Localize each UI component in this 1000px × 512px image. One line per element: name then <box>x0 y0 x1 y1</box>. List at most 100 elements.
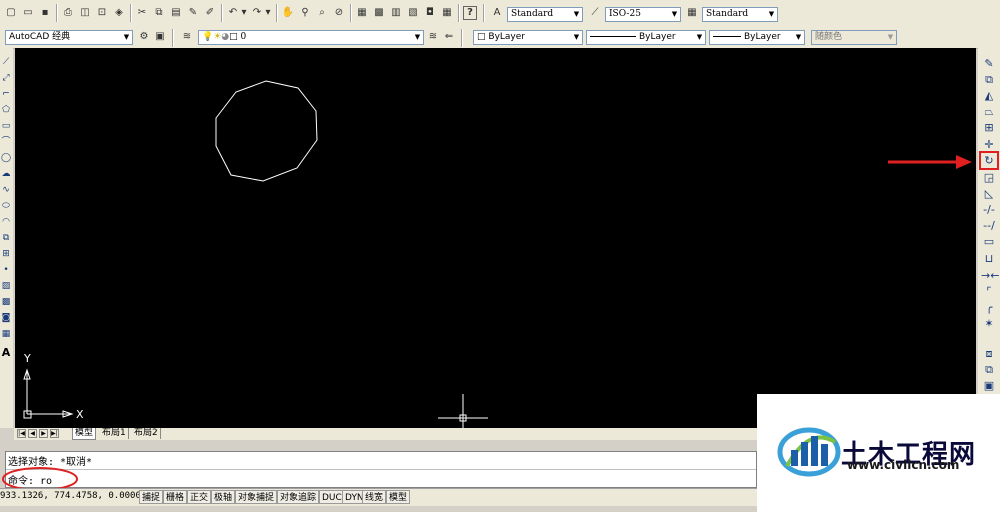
point-icon[interactable]: • <box>0 264 12 277</box>
ellipse-arc-icon[interactable]: ◠ <box>0 216 12 229</box>
spline-icon[interactable]: ∿ <box>0 184 12 197</box>
drawing-canvas[interactable]: X Y <box>15 48 976 429</box>
gradient-icon[interactable]: ▩ <box>0 296 12 309</box>
lineweight-toggle[interactable]: 线宽 <box>362 490 387 504</box>
chamfer-icon[interactable]: ⌜ <box>981 284 997 299</box>
tool-palettes-icon[interactable]: ▥ <box>389 6 403 20</box>
nonagon-shape[interactable] <box>215 80 318 182</box>
break-at-point-icon[interactable]: ▭ <box>981 234 997 249</box>
cut-icon[interactable]: ✂ <box>135 6 149 20</box>
paste-icon[interactable]: ▤ <box>169 6 183 20</box>
text-style-select[interactable]: Standard ▼ <box>507 7 583 22</box>
stretch-icon[interactable]: ◺ <box>981 186 997 201</box>
revision-cloud-icon[interactable]: ☁ <box>0 168 12 181</box>
ortho-toggle[interactable]: 正交 <box>187 490 212 504</box>
status-bar: 933.1326, 774.4758, 0.0000 捕捉 栅格 正交 极轴 对… <box>0 488 757 506</box>
toolbar-separator <box>56 4 58 22</box>
tab-layout2[interactable]: 布局2 <box>132 428 161 439</box>
undo-icon[interactable]: ↶ <box>226 6 240 20</box>
redo-dropdown-icon[interactable]: ▾ <box>264 6 272 20</box>
open-file-icon[interactable]: ▭ <box>21 6 35 20</box>
next-tab-button[interactable]: ▶ <box>39 429 48 438</box>
join-icon[interactable]: →← <box>981 268 999 283</box>
move-icon[interactable]: ✛ <box>981 137 997 152</box>
block-editor-icon[interactable]: ✐ <box>203 6 217 20</box>
make-block-icon[interactable]: ⊞ <box>0 248 12 261</box>
rectangle-icon[interactable]: ▭ <box>0 120 12 133</box>
lineweight-control-select[interactable]: ByLayer ▼ <box>709 30 805 45</box>
line-icon[interactable]: ⟋ <box>0 56 12 69</box>
last-tab-button[interactable]: ▶| <box>50 429 59 438</box>
make-object-layer-current-icon[interactable]: ≋ <box>426 30 440 44</box>
osnap-toggle[interactable]: 对象捕捉 <box>235 490 278 504</box>
draw-order-icon[interactable]: ⧈ <box>981 346 997 361</box>
plot-icon[interactable]: ⎙ <box>61 6 75 20</box>
region-icon[interactable]: ◙ <box>0 312 12 325</box>
otrack-toggle[interactable]: 对象追踪 <box>277 490 320 504</box>
zoom-window-icon[interactable]: ⌕ <box>315 6 329 20</box>
help-icon[interactable]: ? <box>463 6 477 20</box>
circle-icon[interactable]: ◯ <box>0 152 12 165</box>
pan-icon[interactable]: ✋ <box>281 6 295 20</box>
chevron-down-icon: ▼ <box>887 33 894 41</box>
snap-toggle[interactable]: 捕捉 <box>139 490 164 504</box>
arc-icon[interactable]: ⌒ <box>0 136 12 149</box>
trim-icon[interactable]: -/- <box>981 202 997 217</box>
array-icon[interactable]: ⊞ <box>981 120 997 135</box>
break-icon[interactable]: ⊔ <box>981 251 997 266</box>
send-to-back-icon[interactable]: ▣ <box>981 378 997 393</box>
save-workspace-icon[interactable]: ▣ <box>153 30 167 44</box>
dimension-style-select[interactable]: ISO-25 ▼ <box>605 7 681 22</box>
redo-icon[interactable]: ↷ <box>250 6 264 20</box>
first-tab-button[interactable]: |◀ <box>17 429 26 438</box>
properties-icon[interactable]: ▦ <box>355 6 369 20</box>
scale-icon[interactable]: ◲ <box>981 170 997 185</box>
model-toggle[interactable]: 模型 <box>386 490 411 504</box>
command-window[interactable]: 选择对象: *取消* 命令: ro <box>5 451 757 488</box>
publish-icon[interactable]: ⊡ <box>95 6 109 20</box>
polygon-icon[interactable]: ⬠ <box>0 104 12 117</box>
layer-previous-icon[interactable]: ⇐ <box>442 30 456 44</box>
previous-tab-button[interactable]: ◀ <box>28 429 37 438</box>
sheet-icon[interactable]: ◈ <box>112 6 126 20</box>
workspace-select[interactable]: AutoCAD 经典 ▼ <box>5 30 133 45</box>
save-icon[interactable]: ▪ <box>38 6 52 20</box>
bring-to-front-icon[interactable]: ⧉ <box>981 362 997 377</box>
new-file-icon[interactable]: ▢ <box>4 6 18 20</box>
undo-dropdown-icon[interactable]: ▾ <box>240 6 248 20</box>
workspace-settings-icon[interactable]: ⚙ <box>137 30 151 44</box>
fillet-icon[interactable]: ╭ <box>981 300 997 315</box>
copy-icon[interactable]: ⧉ <box>152 6 166 20</box>
table-style-select[interactable]: Standard ▼ <box>702 7 778 22</box>
tab-model[interactable]: 模型 <box>72 428 97 440</box>
multiline-text-icon[interactable]: A <box>0 346 12 359</box>
hatch-icon[interactable]: ▨ <box>0 280 12 293</box>
zoom-realtime-icon[interactable]: ⚲ <box>298 6 312 20</box>
mirror-icon[interactable]: ◭ <box>981 88 997 103</box>
table-icon[interactable]: ▦ <box>0 328 12 341</box>
calculator-icon[interactable]: ▦ <box>440 6 454 20</box>
insert-block-icon[interactable]: ⧉ <box>0 232 12 245</box>
layer-select[interactable]: 💡☀◕□ 0 ▼ <box>198 30 424 45</box>
grid-toggle[interactable]: 栅格 <box>163 490 188 504</box>
ellipse-icon[interactable]: ⬭ <box>0 200 12 213</box>
offset-icon[interactable]: ⏢ <box>981 104 997 119</box>
rotate-icon[interactable]: ↻ <box>979 151 999 170</box>
erase-icon[interactable]: ✎ <box>981 56 997 71</box>
match-properties-icon[interactable]: ✎ <box>186 6 200 20</box>
explode-icon[interactable]: ✶ <box>981 316 997 331</box>
plot-preview-icon[interactable]: ◫ <box>78 6 92 20</box>
sheet-set-manager-icon[interactable]: ▧ <box>406 6 420 20</box>
copy-object-icon[interactable]: ⧉ <box>981 72 997 87</box>
polar-toggle[interactable]: 极轴 <box>211 490 236 504</box>
zoom-previous-icon[interactable]: ⊘ <box>332 6 346 20</box>
design-center-icon[interactable]: ▩ <box>372 6 386 20</box>
color-control-select[interactable]: □ ByLayer ▼ <box>473 30 583 45</box>
layer-manager-icon[interactable]: ≋ <box>180 30 194 44</box>
linetype-control-select[interactable]: ByLayer ▼ <box>586 30 706 45</box>
extend-icon[interactable]: --/ <box>981 218 997 233</box>
tab-layout1[interactable]: 布局1 <box>100 428 129 439</box>
construction-line-icon[interactable]: ⤢ <box>0 72 12 85</box>
markup-icon[interactable]: ◘ <box>423 6 437 20</box>
polyline-icon[interactable]: ⌐ <box>0 88 12 101</box>
